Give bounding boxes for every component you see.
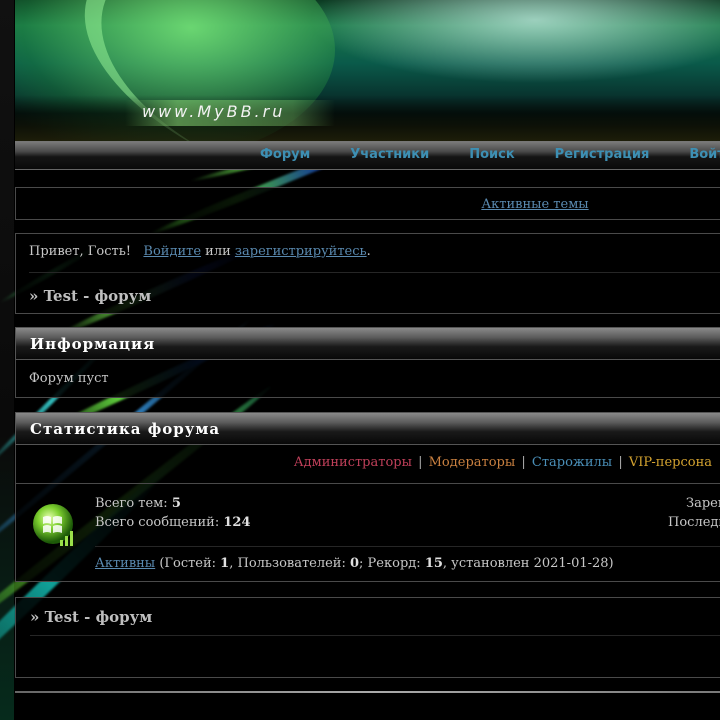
footer-breadcrumb[interactable]: » Test - форум [30, 608, 152, 626]
section-title: Информация [30, 335, 156, 353]
online-users-link[interactable]: Активны [95, 556, 155, 571]
header-dark-band [15, 95, 720, 141]
legend-moderators[interactable]: Модераторы [429, 455, 516, 470]
online-stats: Активны (Гостей: 1, Пользователей: 0; Ре… [95, 556, 614, 571]
site-header: www.MyBB.ru [15, 0, 720, 141]
bottom-divider [15, 691, 720, 693]
info-text: Форум пуст [29, 371, 109, 386]
legend-vip[interactable]: VIP-персона [629, 455, 712, 470]
last-registered-truncated: Последн [668, 515, 720, 530]
welcome-line: Привет, Гость! Войдите или зарегистрируй… [29, 244, 371, 259]
info-section-header: Информация [15, 327, 720, 360]
total-posts: Всего сообщений: 124 [95, 515, 251, 530]
total-topics: Всего тем: 5 [95, 496, 181, 511]
divider [95, 546, 720, 547]
greeting-text: Привет, Гость! [29, 244, 132, 259]
welcome-box: Привет, Гость! Войдите или зарегистрируй… [15, 233, 720, 314]
main-navigation: Форум Участники Поиск Регистрация Войти [15, 141, 720, 170]
active-topics-link[interactable]: Активные темы [481, 197, 588, 212]
nav-forum[interactable]: Форум [260, 147, 310, 162]
divider [29, 272, 720, 273]
breadcrumb[interactable]: » Test - форум [29, 287, 151, 305]
footer-box: » Test - форум [15, 597, 720, 678]
nav-login[interactable]: Войти [689, 147, 720, 162]
stats-section-header: Статистика форума [15, 412, 720, 445]
nav-register[interactable]: Регистрация [555, 147, 650, 162]
period-text: . [366, 244, 371, 259]
login-link[interactable]: Войдите [143, 244, 201, 259]
legend-oldtimers[interactable]: Старожилы [532, 455, 612, 470]
page-wrapper: www.MyBB.ru Форум Участники Поиск Регист… [15, 0, 720, 693]
nav-search[interactable]: Поиск [469, 147, 514, 162]
nav-members[interactable]: Участники [350, 147, 429, 162]
register-link[interactable]: зарегистрируйтесь [235, 244, 367, 259]
info-section-body: Форум пуст [15, 360, 720, 398]
site-logo[interactable]: www.MyBB.ru [142, 102, 285, 121]
registered-users-truncated: Зарег [686, 496, 720, 511]
legend-separator: | [418, 455, 423, 470]
divider [30, 635, 720, 636]
windows-orb-signal-icon [33, 504, 73, 546]
legend-separator: | [521, 455, 526, 470]
group-legend: Администраторы | Модераторы | Старожилы … [15, 445, 720, 484]
active-topics-bar: Активные темы [15, 187, 720, 220]
legend-separator: | [618, 455, 623, 470]
legend-admins[interactable]: Администраторы [294, 455, 412, 470]
or-text: или [205, 244, 231, 259]
stats-body: Всего тем: 5 Всего сообщений: 124 Зарег … [15, 484, 720, 582]
section-title: Статистика форума [30, 420, 221, 438]
